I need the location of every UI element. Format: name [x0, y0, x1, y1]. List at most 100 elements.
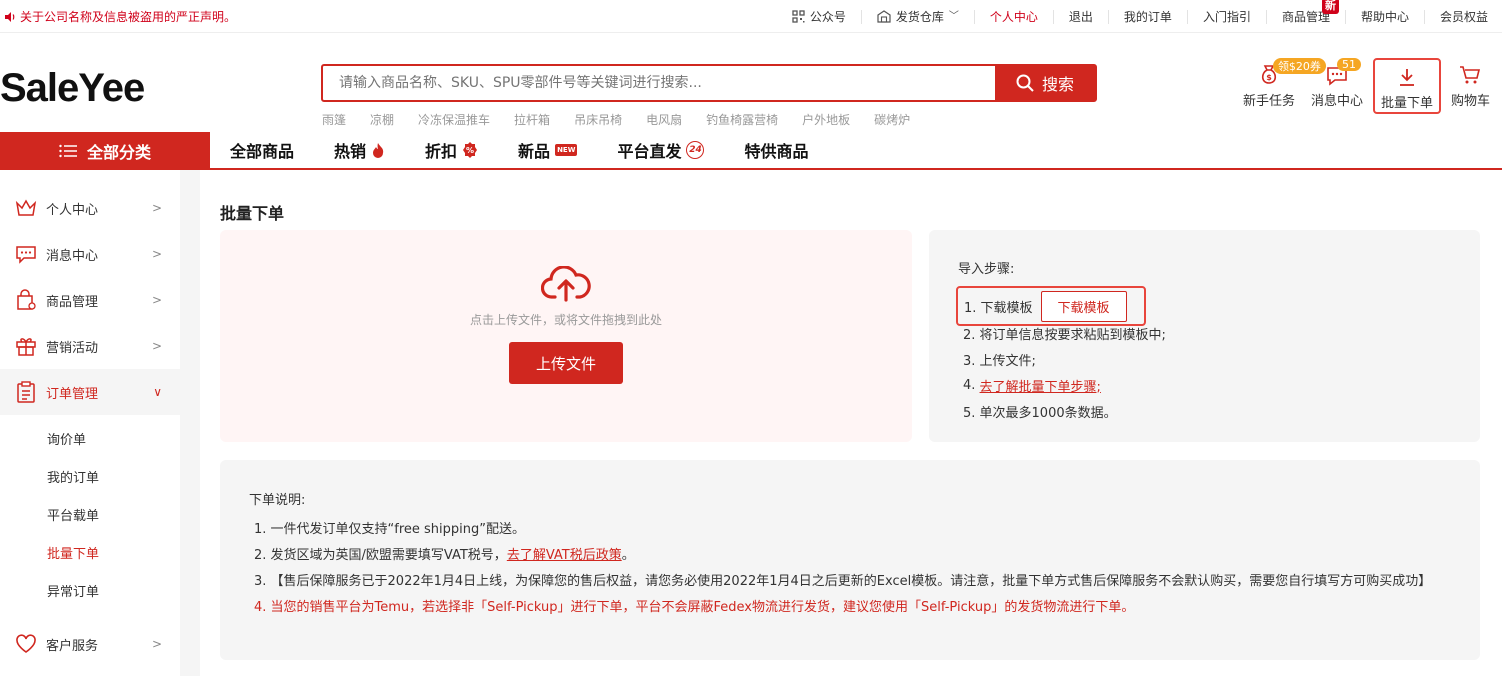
- new-badge: 新: [1321, 0, 1339, 14]
- search-button[interactable]: 搜索: [995, 66, 1095, 100]
- bulk-order-steps-link[interactable]: 去了解批量下单步骤;: [980, 376, 1101, 395]
- header-shortcuts: 领$20券 $ 新手任务 51 消息中心 批量下单 购物车: [1235, 58, 1490, 114]
- nav-hot-sale[interactable]: 热销: [334, 138, 385, 162]
- instruction-3: 3. 【售后保障服务已于2022年1月4日上线，为保障您的售后权益，请您务必使用…: [254, 574, 1432, 589]
- message-count-badge: 51: [1336, 58, 1361, 71]
- announcement-text: 关于公司名称及信息被盗用的严正声明。: [20, 10, 237, 24]
- hot-word[interactable]: 凉棚: [370, 111, 394, 128]
- top-nav-wechat-label: 公众号: [809, 9, 846, 24]
- chevron-right-icon: >: [151, 201, 162, 215]
- step-3: 3. 上传文件;: [963, 353, 1036, 369]
- chat-icon: [16, 246, 36, 264]
- message-center-button[interactable]: 51 消息中心: [1303, 58, 1371, 109]
- sidebar-subitem-inquiry[interactable]: 询价单: [0, 419, 180, 457]
- svg-text:%: %: [466, 146, 474, 155]
- sidebar-item-order-management[interactable]: 订单管理 ∨: [0, 369, 180, 415]
- gift-icon: [16, 338, 36, 356]
- bulk-order-label: 批量下单: [1380, 96, 1433, 111]
- top-nav-my-orders-label: 我的订单: [1123, 9, 1172, 24]
- sidebar-item-label: 消息中心: [46, 248, 99, 264]
- sidebar-item-label: 营销活动: [46, 340, 99, 356]
- sidebar: 个人中心 > 消息中心 > 商品管理 > 营销活动 > 订单管理 ∨ 询价单 我…: [0, 170, 180, 676]
- bulk-order-button[interactable]: 批量下单: [1372, 58, 1441, 114]
- new-tag-icon: NEW: [555, 144, 578, 156]
- top-nav-personal-center[interactable]: 个人中心: [973, 9, 1053, 24]
- sidebar-item-personal-center[interactable]: 个人中心 >: [0, 185, 180, 231]
- step-1-text: 1. 下载模板: [964, 300, 1033, 316]
- sidebar-subitem-exception-orders[interactable]: 异常订单: [0, 571, 180, 609]
- newbie-task-button[interactable]: 领$20券 $ 新手任务: [1235, 58, 1326, 109]
- vat-policy-link[interactable]: 去了解VAT税后政策: [507, 548, 622, 563]
- nav-new-arrivals-label: 新品: [518, 142, 551, 161]
- top-nav-guide-label: 入门指引: [1202, 9, 1251, 24]
- sidebar-subitem-my-orders[interactable]: 我的订单: [0, 457, 180, 495]
- order-instructions-panel: 下单说明: 1. 一件代发订单仅支持“free shipping”配送。 2. …: [220, 460, 1480, 660]
- top-nav-warehouse[interactable]: 发货仓库 ﹀: [860, 9, 974, 24]
- hot-word[interactable]: 钓鱼椅露营椅: [706, 111, 778, 128]
- top-nav-help[interactable]: 帮助中心: [1344, 9, 1424, 24]
- sidebar-subitem-platform-orders[interactable]: 平台载单: [0, 495, 180, 533]
- announcement[interactable]: 关于公司名称及信息被盗用的严正声明。: [4, 8, 236, 25]
- logo[interactable]: SaleYee: [0, 66, 145, 111]
- upload-file-button[interactable]: 上传文件: [509, 342, 623, 384]
- top-nav-guide[interactable]: 入门指引: [1186, 9, 1266, 24]
- message-center-label: 消息中心: [1310, 94, 1363, 109]
- nav-special-products[interactable]: 特供商品: [744, 138, 808, 162]
- nav-discount-label: 折扣: [425, 142, 458, 161]
- chevron-right-icon: >: [151, 637, 162, 651]
- top-nav-logout[interactable]: 退出: [1052, 9, 1108, 24]
- download-template-button[interactable]: 下载模板: [1040, 290, 1127, 322]
- sidebar-subitem-bulk-order[interactable]: 批量下单: [0, 533, 180, 571]
- hot-word[interactable]: 吊床吊椅: [574, 111, 622, 128]
- all-categories-label: 全部分类: [86, 143, 151, 162]
- search-input[interactable]: [323, 66, 995, 100]
- top-nav-member[interactable]: 会员权益: [1423, 9, 1502, 24]
- cart-label: 购物车: [1450, 94, 1490, 109]
- main-nav: 全部分类 全部商品 热销 折扣 % 新品 NEW 平台直发 24 特供商品: [0, 132, 1502, 170]
- sidebar-item-product-management[interactable]: 商品管理 >: [0, 277, 180, 323]
- heart-icon: [16, 634, 36, 653]
- all-categories-button[interactable]: 全部分类: [0, 132, 210, 170]
- hot-word[interactable]: 拉杆箱: [514, 111, 550, 128]
- nav-discount[interactable]: 折扣 %: [425, 138, 478, 162]
- top-nav-wechat[interactable]: 公众号: [777, 10, 861, 24]
- nav-special-products-label: 特供商品: [744, 142, 809, 161]
- upload-hint: 点击上传文件，或将文件拖拽到此处: [469, 313, 662, 327]
- hot-word[interactable]: 雨篷: [322, 111, 346, 128]
- sidebar-item-customer-service[interactable]: 客户服务 >: [0, 621, 180, 667]
- step-5: 5. 单次最多1000条数据。: [963, 405, 1117, 421]
- clipboard-icon: [17, 381, 35, 403]
- instruction-2-text: 2. 发货区域为英国/欧盟需要填写VAT税号，: [254, 548, 507, 563]
- nav-new-arrivals[interactable]: 新品 NEW: [518, 138, 578, 162]
- instruction-4: 4. 当您的销售平台为Temu，若选择非「Self-Pickup」进行下单，平台…: [254, 600, 1135, 615]
- nav-all-products[interactable]: 全部商品: [230, 138, 294, 162]
- instruction-2: 2. 发货区域为英国/欧盟需要填写VAT税号，去了解VAT税后政策。: [249, 543, 1459, 569]
- nav-platform-direct[interactable]: 平台直发 24: [617, 138, 705, 162]
- hot-word[interactable]: 电风扇: [646, 111, 682, 128]
- svg-text:$: $: [1266, 73, 1272, 82]
- sidebar-item-label: 个人中心: [46, 202, 99, 218]
- sidebar-item-messages[interactable]: 消息中心 >: [0, 231, 180, 277]
- hot-word[interactable]: 冷冻保温推车: [418, 111, 490, 128]
- sidebar-item-marketing[interactable]: 营销活动 >: [0, 323, 180, 369]
- upload-dropzone[interactable]: 点击上传文件，或将文件拖拽到此处 上传文件: [220, 230, 912, 442]
- sidebar-item-label: 商品管理: [46, 294, 99, 310]
- search-bar: 搜索: [321, 64, 1097, 102]
- hot-word[interactable]: 碳烤炉: [874, 111, 910, 128]
- sidebar-item-label: 客户服务: [46, 638, 99, 654]
- download-icon: [1399, 69, 1414, 86]
- top-nav-member-label: 会员权益: [1439, 9, 1488, 24]
- top-nav-product-management[interactable]: 商品管理 新: [1265, 0, 1345, 24]
- instruction-2-suffix: 。: [621, 548, 635, 563]
- order-instructions-title: 下单说明:: [249, 493, 306, 508]
- step-4: 4. 去了解批量下单步骤;: [958, 372, 1480, 398]
- speaker-icon: [5, 11, 15, 22]
- top-nav-my-orders[interactable]: 我的订单: [1107, 9, 1187, 24]
- instruction-1: 1. 一件代发订单仅支持“free shipping”配送。: [254, 522, 526, 537]
- search-button-label: 搜索: [1041, 75, 1074, 94]
- top-bar: 关于公司名称及信息被盗用的严正声明。 公众号 发货仓库 ﹀ 个人中心 退出 我的…: [0, 0, 1502, 33]
- top-nav-personal-center-label: 个人中心: [989, 9, 1038, 24]
- fire-icon: [373, 143, 384, 158]
- hot-word[interactable]: 户外地板: [802, 111, 850, 128]
- cart-button[interactable]: 购物车: [1443, 60, 1490, 109]
